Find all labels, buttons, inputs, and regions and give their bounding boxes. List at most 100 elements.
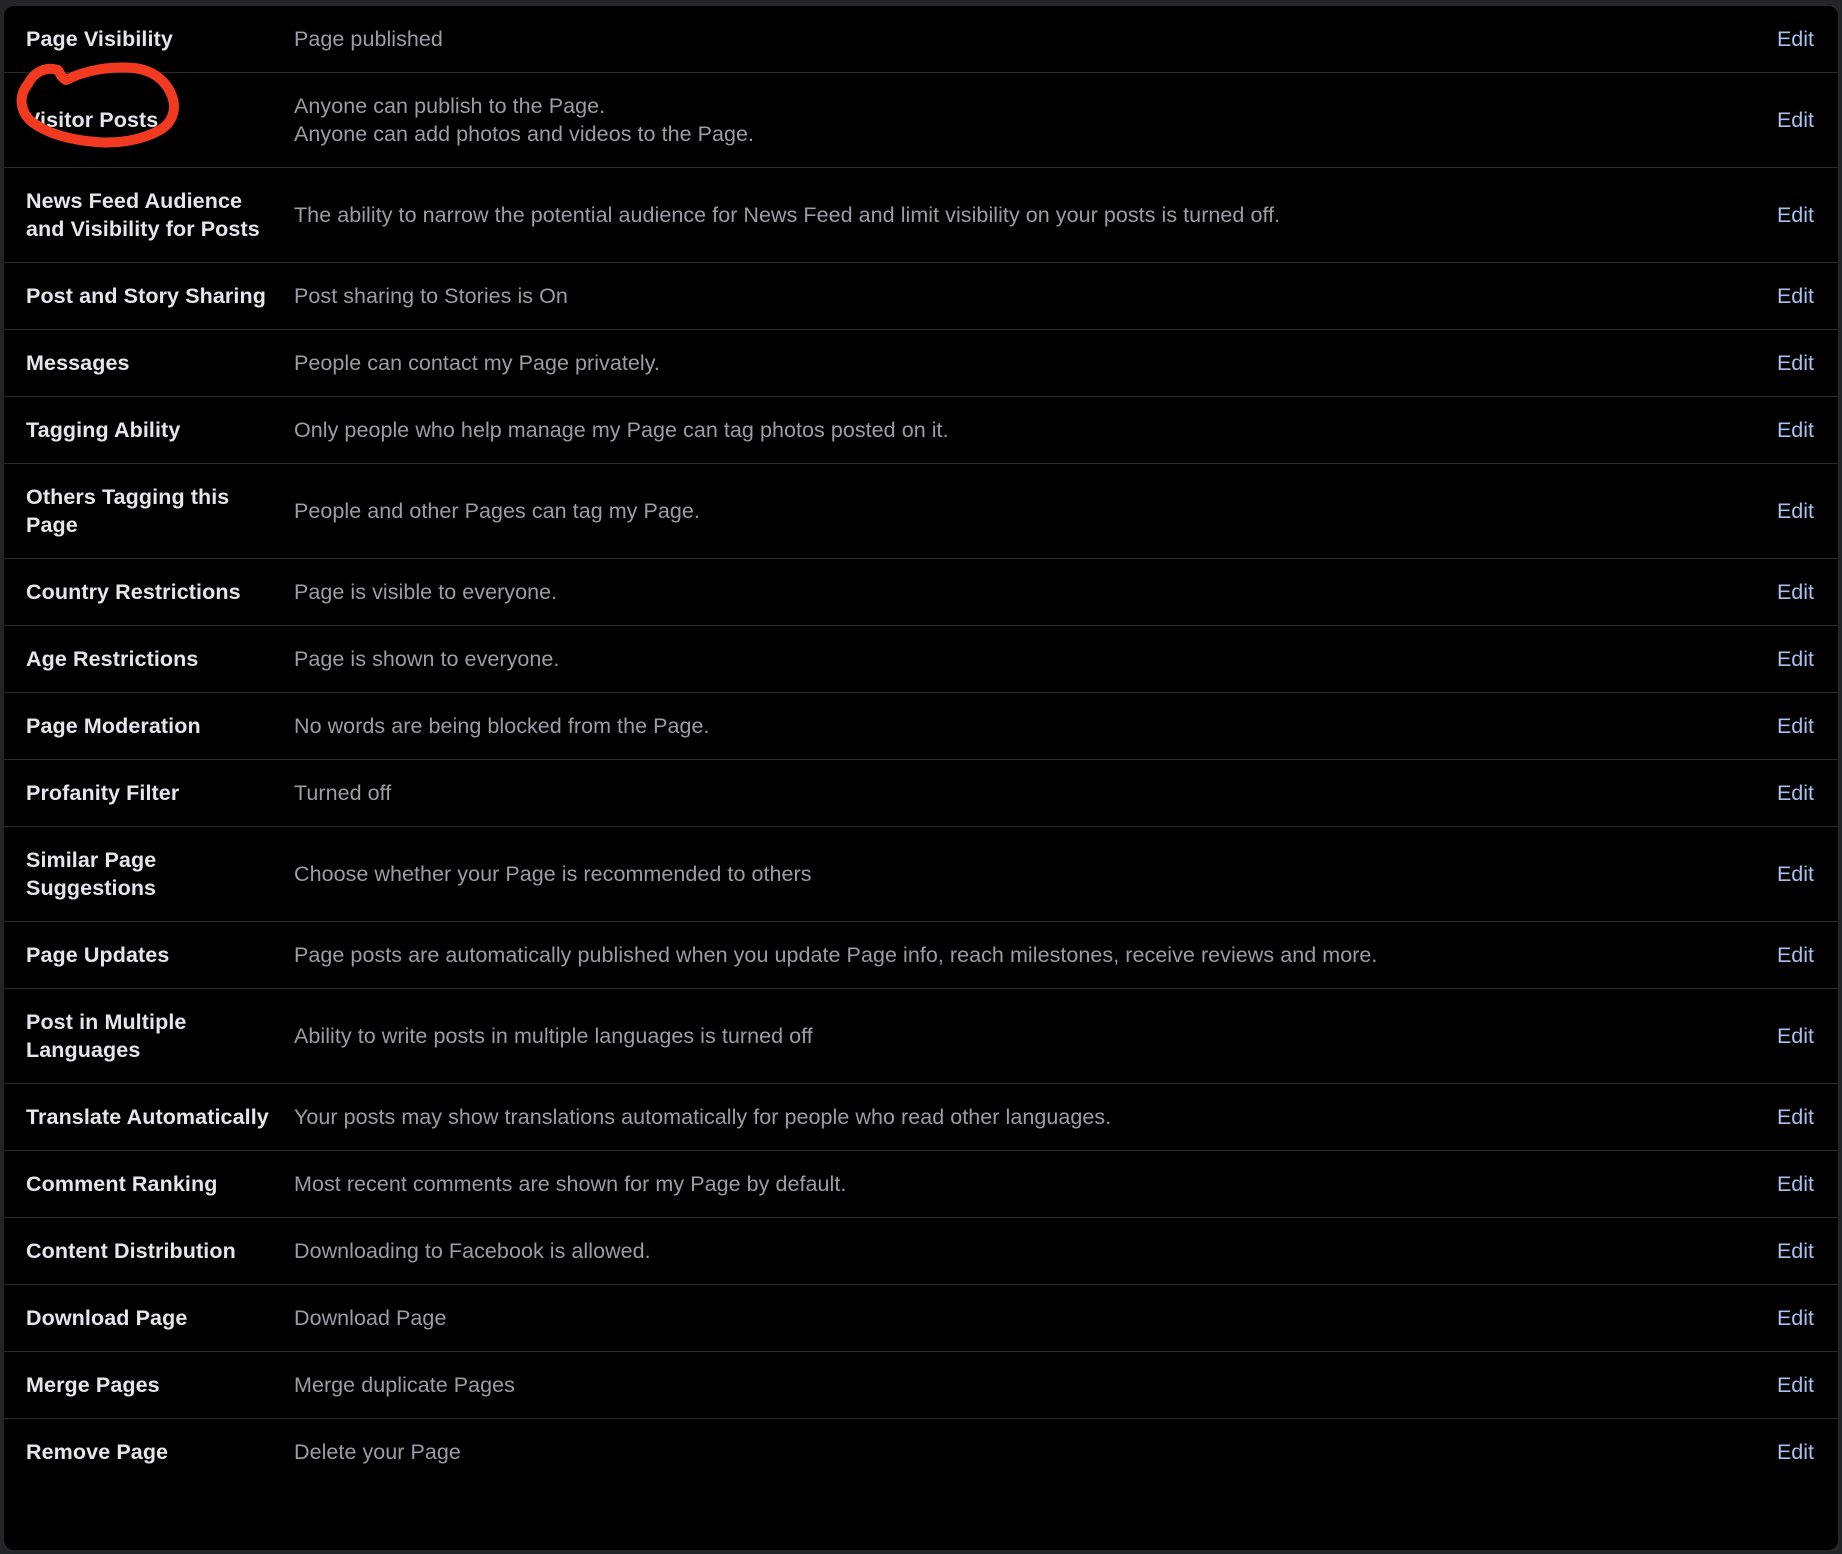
table-row: Page Updates Page posts are automatically… <box>4 922 1838 989</box>
edit-link[interactable]: Edit <box>1777 203 1814 227</box>
edit-link[interactable]: Edit <box>1777 1024 1814 1048</box>
edit-link[interactable]: Edit <box>1777 499 1814 523</box>
setting-description-line: Most recent comments are shown for my Pa… <box>294 1172 847 1196</box>
setting-description-line: Page is visible to everyone. <box>294 580 558 604</box>
edit-link[interactable]: Edit <box>1777 943 1814 967</box>
setting-action-cell: Edit <box>1748 330 1838 397</box>
setting-description-line: Page posts are automatically published w… <box>294 943 1378 967</box>
edit-link[interactable]: Edit <box>1777 284 1814 308</box>
table-row: Translate Automatically Your posts may sh… <box>4 1084 1838 1151</box>
setting-action-cell: Edit <box>1748 397 1838 464</box>
setting-description-line: Only people who help manage my Page can … <box>294 418 949 442</box>
edit-link[interactable]: Edit <box>1777 1172 1814 1196</box>
setting-label: Remove Page <box>26 1440 169 1464</box>
edit-link[interactable]: Edit <box>1777 714 1814 738</box>
setting-description-line: Delete your Page <box>294 1440 461 1464</box>
setting-description: No words are being blocked from the Page… <box>294 693 1748 760</box>
setting-description-line: The ability to narrow the potential audi… <box>294 203 1281 227</box>
setting-action-cell: Edit <box>1748 464 1838 559</box>
setting-action-cell: Edit <box>1748 760 1838 827</box>
setting-action-cell: Edit <box>1748 827 1838 922</box>
setting-action-cell: Edit <box>1748 168 1838 263</box>
setting-description-line: Turned off <box>294 781 392 805</box>
edit-link[interactable]: Edit <box>1777 418 1814 442</box>
setting-description: Your posts may show translations automat… <box>294 1084 1748 1151</box>
table-row: Post and Story Sharing Post sharing to St… <box>4 263 1838 330</box>
table-row: Page Moderation No words are being blocke… <box>4 693 1838 760</box>
edit-link[interactable]: Edit <box>1777 351 1814 375</box>
setting-description: Page is shown to everyone. <box>294 626 1748 693</box>
edit-link[interactable]: Edit <box>1777 27 1814 51</box>
setting-description: People can contact my Page privately. <box>294 330 1748 397</box>
setting-label: Download Page <box>26 1306 188 1330</box>
settings-table: Page Visibility Page published Edit Visitor… <box>4 6 1838 1485</box>
edit-link[interactable]: Edit <box>1777 1239 1814 1263</box>
edit-link[interactable]: Edit <box>1777 108 1814 132</box>
setting-description: People and other Pages can tag my Page. <box>294 464 1748 559</box>
setting-label: Comment Ranking <box>26 1172 218 1196</box>
table-row: Remove Page Delete your Page Edit <box>4 1419 1838 1486</box>
setting-label: Content Distribution <box>26 1239 236 1263</box>
setting-label: Post in Multiple Languages <box>26 1010 187 1062</box>
edit-link[interactable]: Edit <box>1777 580 1814 604</box>
table-row: Comment Ranking Most recent comments are … <box>4 1151 1838 1218</box>
setting-description: Download Page <box>294 1285 1748 1352</box>
setting-description-line: Anyone can publish to the Page. <box>294 94 606 118</box>
edit-link[interactable]: Edit <box>1777 1105 1814 1129</box>
setting-description-line: Merge duplicate Pages <box>294 1373 515 1397</box>
table-row: Post in Multiple Languages Ability to wri… <box>4 989 1838 1084</box>
setting-label: Age Restrictions <box>26 647 199 671</box>
setting-description: Page posts are automatically published w… <box>294 922 1748 989</box>
setting-description: Page is visible to everyone. <box>294 559 1748 626</box>
edit-link[interactable]: Edit <box>1777 1306 1814 1330</box>
setting-description-line: People can contact my Page privately. <box>294 351 660 375</box>
table-row: Age Restrictions Page is shown to everyon… <box>4 626 1838 693</box>
setting-label: Page Visibility <box>26 27 173 51</box>
setting-description: Turned off <box>294 760 1748 827</box>
setting-label: Translate Automatically <box>26 1105 269 1129</box>
setting-action-cell: Edit <box>1748 1151 1838 1218</box>
table-row: Page Visibility Page published Edit <box>4 6 1838 73</box>
setting-action-cell: Edit <box>1748 989 1838 1084</box>
settings-panel: Page Visibility Page published Edit Visitor… <box>4 6 1838 1550</box>
setting-label: Profanity Filter <box>26 781 180 805</box>
setting-description-line: Your posts may show translations automat… <box>294 1105 1112 1129</box>
setting-label: Others Tagging this Page <box>26 485 230 537</box>
setting-action-cell: Edit <box>1748 1218 1838 1285</box>
table-row: Merge Pages Merge duplicate Pages Edit <box>4 1352 1838 1419</box>
setting-description: Page published <box>294 6 1748 73</box>
setting-action-cell: Edit <box>1748 559 1838 626</box>
setting-description: Downloading to Facebook is allowed. <box>294 1218 1748 1285</box>
setting-action-cell: Edit <box>1748 693 1838 760</box>
setting-description: Delete your Page <box>294 1419 1748 1486</box>
setting-action-cell: Edit <box>1748 263 1838 330</box>
setting-description: Merge duplicate Pages <box>294 1352 1748 1419</box>
settings-table-body: Page Visibility Page published Edit Visitor… <box>4 6 1838 1485</box>
edit-link[interactable]: Edit <box>1777 647 1814 671</box>
setting-description: Anyone can publish to the Page. Anyone ca… <box>294 73 1748 168</box>
table-row: Profanity Filter Turned off Edit <box>4 760 1838 827</box>
setting-label: Page Updates <box>26 943 170 967</box>
setting-description-line: Page published <box>294 27 443 51</box>
setting-description-line: Page is shown to everyone. <box>294 647 560 671</box>
table-row: Content Distribution Downloading to Faceb… <box>4 1218 1838 1285</box>
setting-action-cell: Edit <box>1748 6 1838 73</box>
setting-label: Merge Pages <box>26 1373 160 1397</box>
edit-link[interactable]: Edit <box>1777 1373 1814 1397</box>
edit-link[interactable]: Edit <box>1777 781 1814 805</box>
setting-label: Similar Page Suggestions <box>26 848 157 900</box>
table-row: Download Page Download Page Edit <box>4 1285 1838 1352</box>
edit-link[interactable]: Edit <box>1777 1440 1814 1464</box>
setting-description-line: Downloading to Facebook is allowed. <box>294 1239 651 1263</box>
setting-label: News Feed Audience and Visibility for Po… <box>26 189 260 241</box>
edit-link[interactable]: Edit <box>1777 862 1814 886</box>
table-row: Country Restrictions Page is visible to e… <box>4 559 1838 626</box>
setting-label: Visitor Posts <box>26 108 159 132</box>
setting-action-cell: Edit <box>1748 1352 1838 1419</box>
table-row: News Feed Audience and Visibility for Po… <box>4 168 1838 263</box>
table-row: Visitor Posts Anyone can publish to the P… <box>4 73 1838 168</box>
setting-label: Post and Story Sharing <box>26 284 266 308</box>
table-row: Tagging Ability Only people who help mana… <box>4 397 1838 464</box>
setting-action-cell: Edit <box>1748 73 1838 168</box>
table-row: Similar Page Suggestions Choose whether y… <box>4 827 1838 922</box>
